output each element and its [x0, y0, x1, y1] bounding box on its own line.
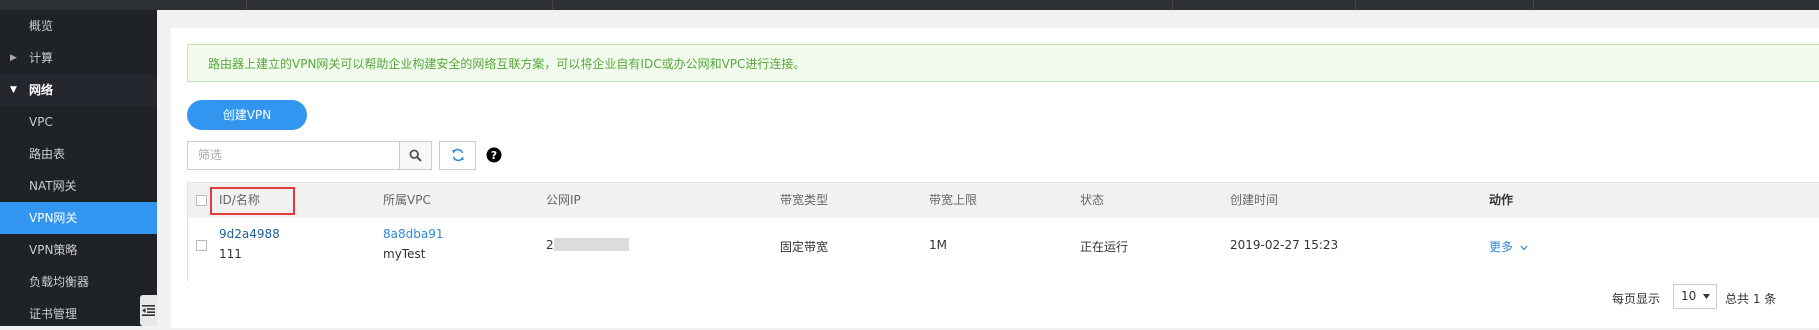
refresh-button[interactable]	[439, 141, 476, 170]
info-notice: 路由器上建立的VPN网关可以帮助企业构建安全的网络互联方案，可以将企业自有IDC…	[187, 44, 1819, 82]
sidebar-item-label: 计算	[29, 51, 54, 65]
row-more-actions[interactable]: 更多	[1489, 238, 1528, 255]
vpn-gateway-panel: 路由器上建立的VPN网关可以帮助企业构建安全的网络互联方案，可以将企业自有IDC…	[171, 28, 1819, 328]
search-button[interactable]	[399, 141, 432, 170]
sidebar-item-vpn-policy[interactable]: VPN策略	[0, 234, 157, 266]
column-header-bandwidth-type[interactable]: 带宽类型	[780, 183, 828, 218]
row-name: 111	[219, 247, 242, 261]
vpn-gateway-table: ID/名称 所属VPC 公网IP 带宽类型 带宽上限 状态 创建时间 动作 9d…	[187, 182, 1819, 282]
sidebar-item-network[interactable]: ▼ 网络	[0, 74, 157, 106]
select-all-checkbox[interactable]	[196, 195, 207, 206]
sidebar-item-label: VPC	[29, 115, 53, 129]
redacted-ip-mask	[554, 238, 629, 251]
more-actions-label: 更多	[1489, 240, 1514, 254]
top-bar-divider	[1533, 0, 1534, 10]
row-vpc-name: myTest	[383, 247, 426, 261]
search-icon	[409, 149, 422, 162]
sidebar-item-label: 概览	[29, 19, 54, 33]
column-header-created[interactable]: 创建时间	[1230, 183, 1278, 218]
sidebar-item-vpn-gateway[interactable]: VPN网关	[0, 202, 157, 234]
top-bar-divider	[246, 0, 247, 10]
row-id-link[interactable]: 9d2a4988	[219, 227, 280, 241]
column-header-status[interactable]: 状态	[1080, 183, 1104, 218]
sidebar-collapse-button[interactable]	[140, 295, 157, 326]
row-public-ip: 2	[546, 218, 656, 282]
sidebar-item-nat-gateway[interactable]: NAT网关	[0, 170, 157, 202]
row-status: 正在运行	[1080, 240, 1129, 254]
row-checkbox[interactable]	[196, 240, 207, 251]
total-count: 总共 1 条	[1725, 292, 1777, 306]
sidebar-item-label: VPN策略	[29, 243, 78, 257]
table-header: ID/名称 所属VPC 公网IP 带宽类型 带宽上限 状态 创建时间 动作	[188, 183, 1819, 219]
per-page-value: 10	[1681, 289, 1697, 303]
top-bar-divider	[552, 0, 553, 10]
row-vpc-link[interactable]: 8a8dba91	[383, 227, 443, 241]
caret-right-icon: ▶	[10, 53, 17, 63]
sidebar-item-label: 路由表	[29, 147, 66, 161]
sidebar-item-overview[interactable]: 概览	[0, 10, 157, 42]
filter-input[interactable]: 筛选	[187, 141, 400, 170]
sidebar-item-compute[interactable]: ▶ 计算	[0, 42, 157, 74]
sidebar-item-load-balancer[interactable]: 负载均衡器	[0, 266, 157, 298]
chevron-down-icon	[1520, 245, 1528, 251]
row-public-ip-prefix: 2	[546, 238, 554, 252]
sidebar-item-label: VPN网关	[29, 211, 78, 225]
top-bar	[0, 0, 1819, 10]
sidebar-item-label: 证书管理	[29, 307, 78, 321]
top-bar-divider	[1172, 0, 1173, 10]
sidebar-item-label: 网络	[29, 83, 54, 97]
svg-text:?: ?	[491, 149, 497, 162]
per-page-label: 每页显示	[1612, 292, 1661, 306]
dropdown-arrow-icon	[1703, 294, 1710, 299]
column-header-bandwidth-limit[interactable]: 带宽上限	[929, 183, 977, 218]
refresh-icon	[452, 148, 464, 162]
sidebar-item-route-table[interactable]: 路由表	[0, 138, 157, 170]
row-created: 2019-02-27 15:23	[1230, 238, 1339, 252]
help-icon[interactable]: ?	[486, 147, 502, 163]
column-header-action: 动作	[1489, 193, 1514, 207]
row-bandwidth-limit: 1M	[929, 238, 947, 252]
column-header-vpc[interactable]: 所属VPC	[383, 183, 431, 218]
per-page-select[interactable]: 10	[1673, 284, 1717, 309]
table-row: 9d2a4988 111 8a8dba91 myTest 2 固定带宽 1M 正…	[188, 218, 1819, 282]
column-header-public-ip[interactable]: 公网IP	[546, 183, 581, 218]
top-bar-divider	[1355, 0, 1356, 10]
sidebar-item-vpc[interactable]: VPC	[0, 106, 157, 138]
caret-down-icon: ▼	[10, 85, 17, 95]
create-vpn-button[interactable]: 创建VPN	[187, 100, 307, 130]
sidebar-item-label: NAT网关	[29, 179, 77, 193]
collapse-menu-icon	[142, 305, 155, 316]
info-notice-text: 路由器上建立的VPN网关可以帮助企业构建安全的网络互联方案，可以将企业自有IDC…	[208, 57, 806, 71]
row-bandwidth-type: 固定带宽	[780, 240, 829, 254]
main-content: 路由器上建立的VPN网关可以帮助企业构建安全的网络互联方案，可以将企业自有IDC…	[157, 10, 1819, 328]
highlight-box	[210, 187, 295, 215]
sidebar-item-certificates[interactable]: 证书管理	[0, 298, 157, 330]
sidebar-item-label: 负载均衡器	[29, 275, 90, 289]
sidebar: 概览 ▶ 计算 ▼ 网络 VPC 路由表 NAT网关 VPN网关 VPN策略 负…	[0, 10, 157, 326]
